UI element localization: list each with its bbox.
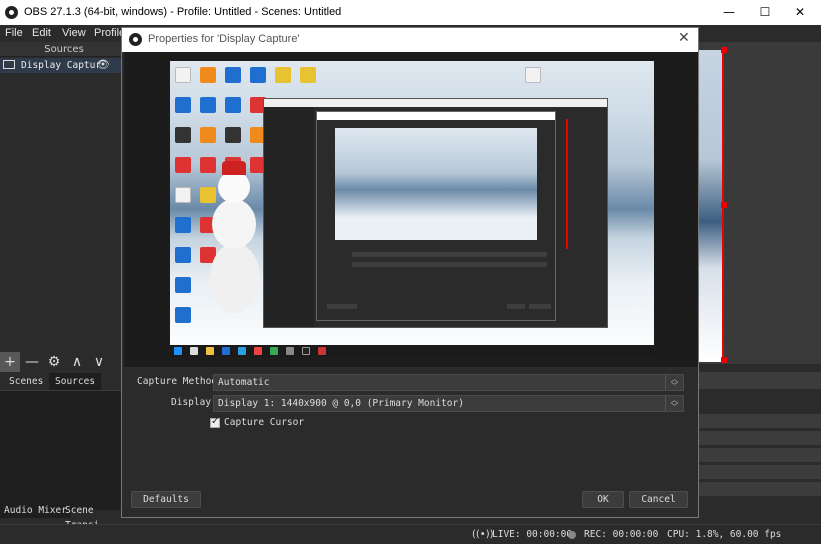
captured-desktop-image — [170, 61, 654, 357]
desktop-icon — [175, 157, 191, 173]
control-row[interactable] — [692, 414, 821, 429]
cancel-button[interactable]: Cancel — [629, 491, 688, 508]
control-row[interactable] — [692, 448, 821, 463]
record-dot-icon — [568, 531, 576, 539]
dialog-titlebar: Properties for 'Display Capture' ✕ — [122, 28, 698, 52]
display-select[interactable]: Display 1: 1440x900 @ 0,0 (Primary Monit… — [213, 395, 684, 412]
nested-sidebar — [264, 107, 314, 327]
desktop-icon — [175, 247, 191, 263]
ok-button[interactable]: OK — [582, 491, 624, 508]
desktop-icon — [175, 307, 191, 323]
controls-dock — [692, 372, 821, 512]
gear-icon[interactable]: ⚙ — [44, 352, 64, 372]
obs-logo-icon — [5, 6, 18, 19]
source-item-display-capture[interactable]: Display Captur 👁 — [0, 58, 128, 73]
tab-sources[interactable]: Sources — [49, 373, 102, 390]
dialog-title: Properties for 'Display Capture' — [148, 33, 300, 45]
close-button[interactable]: ✕ — [777, 0, 821, 25]
desktop-icon — [225, 97, 241, 113]
nested-obs-window — [263, 98, 608, 328]
chevron-updown-icon: ︿ ﹀ — [665, 375, 683, 390]
menu-view[interactable]: View — [62, 27, 86, 39]
rec-status: REC: 00:00:00 — [584, 529, 659, 540]
start-icon — [174, 347, 182, 355]
dialog-close-button[interactable]: ✕ — [678, 30, 690, 46]
live-status: LIVE: 00:00:00 — [492, 529, 573, 540]
nested-properties-dialog — [316, 111, 556, 321]
desktop-icon — [300, 67, 316, 83]
capture-cursor-row: Capture Cursor — [122, 416, 698, 434]
desktop-icon — [175, 187, 191, 203]
bottom-dock-tabs: Audio Mixer Scene Transi — [0, 503, 128, 531]
desktop-icon — [200, 127, 216, 143]
window-title: OBS 27.1.3 (64-bit, windows) - Profile: … — [24, 6, 342, 18]
obs-logo-icon — [129, 33, 142, 46]
window-titlebar: OBS 27.1.3 (64-bit, windows) - Profile: … — [0, 0, 821, 25]
desktop-icon — [175, 277, 191, 293]
display-label: Display — [171, 397, 212, 408]
video-capture-icon — [525, 67, 541, 83]
tab-scenes[interactable]: Scenes — [3, 373, 49, 390]
move-up-button[interactable]: ∧ — [67, 352, 87, 372]
tab-scene-transitions[interactable]: Scene Transi — [61, 503, 128, 531]
menu-file[interactable]: File — [5, 27, 23, 39]
capture-method-select[interactable]: Automatic ︿ ﹀ — [213, 374, 684, 391]
desktop-icon — [225, 67, 241, 83]
resize-handle[interactable] — [721, 357, 727, 363]
desktop-icon — [250, 67, 266, 83]
desktop-icon — [175, 127, 191, 143]
cpu-status: CPU: 1.8%, 60.00 fps — [667, 529, 782, 540]
search-icon — [190, 347, 198, 355]
move-down-button[interactable]: ∨ — [89, 352, 109, 372]
control-row[interactable] — [692, 482, 821, 497]
resize-handle[interactable] — [721, 47, 727, 53]
nested-preview — [335, 128, 537, 240]
scenes-list[interactable] — [0, 390, 128, 510]
sources-toolbar: + — ⚙ ∧ ∨ — [0, 352, 128, 372]
capture-cursor-checkbox[interactable] — [210, 416, 220, 428]
nested-selection-border — [564, 119, 568, 249]
defaults-button[interactable]: Defaults — [131, 491, 201, 508]
capture-method-label: Capture Method — [137, 376, 218, 387]
display-row: Display Display 1: 1440x900 @ 0,0 (Prima… — [122, 395, 698, 413]
sources-header: Sources — [0, 42, 128, 57]
control-row[interactable] — [692, 465, 821, 480]
capture-method-row: Capture Method Automatic ︿ ﹀ — [122, 374, 698, 392]
windows-taskbar — [170, 345, 654, 357]
remove-source-button[interactable]: — — [22, 352, 42, 372]
sources-dock: Sources Display Captur 👁 — [0, 42, 128, 352]
dock-tabs: Scenes Sources — [0, 373, 128, 390]
capture-cursor-label: Capture Cursor — [224, 417, 305, 428]
dialog-preview — [124, 52, 698, 367]
eye-icon[interactable]: 👁 — [96, 58, 110, 71]
desktop-icon — [275, 67, 291, 83]
desktop-icon — [200, 97, 216, 113]
properties-dialog: Properties for 'Display Capture' ✕ Captu… — [121, 27, 699, 518]
control-row[interactable] — [692, 431, 821, 446]
desktop-icon — [200, 67, 216, 83]
preview-area[interactable] — [692, 42, 821, 364]
menu-edit[interactable]: Edit — [32, 27, 51, 39]
resize-handle[interactable] — [721, 202, 727, 208]
chevron-updown-icon: ︿ ﹀ — [665, 396, 683, 411]
source-item-label: Display Captur — [21, 60, 102, 71]
broadcast-icon: ((•)) — [472, 529, 494, 540]
monitor-icon — [3, 60, 15, 69]
desktop-icon — [225, 127, 241, 143]
add-source-button[interactable]: + — [0, 352, 20, 372]
status-bar: ((•)) LIVE: 00:00:00 REC: 00:00:00 CPU: … — [0, 524, 821, 544]
transition-select[interactable] — [692, 372, 821, 390]
desktop-icon — [175, 217, 191, 233]
desktop-icon — [175, 97, 191, 113]
desktop-icon — [175, 67, 191, 83]
snowman-wallpaper — [210, 161, 260, 321]
nested-titlebar — [264, 99, 607, 107]
